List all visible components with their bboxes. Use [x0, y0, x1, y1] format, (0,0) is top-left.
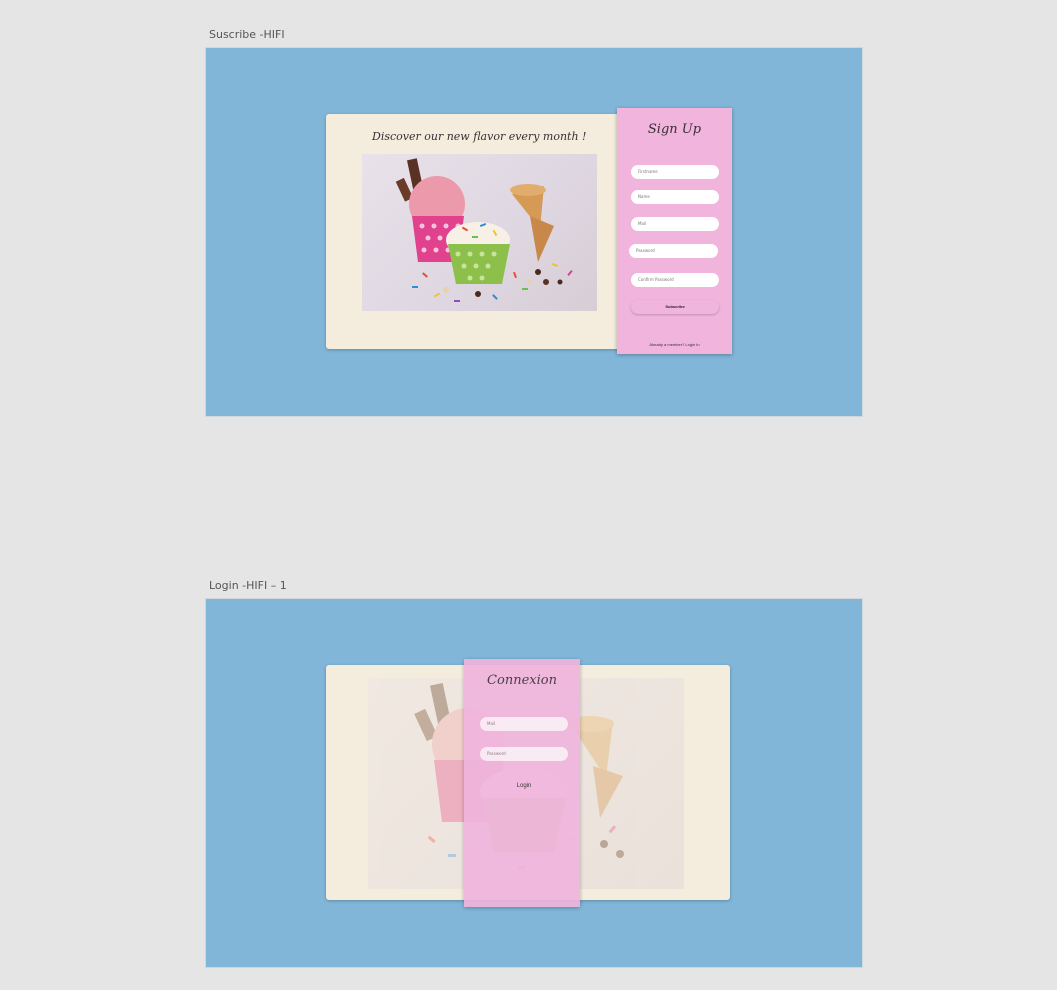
subscribe-button[interactable]: Subscribe: [631, 300, 719, 314]
artboard-label-login: Login -HIFI – 1: [209, 579, 287, 592]
login-password-field[interactable]: Password: [480, 747, 568, 761]
hero-image: [362, 154, 597, 311]
artboard-signup: Discover our new flavor every month ! Si…: [206, 48, 862, 416]
login-mail-field[interactable]: Mail: [480, 717, 568, 731]
firstname-field[interactable]: Firstname: [631, 165, 719, 179]
login-link[interactable]: Already a member? Login In: [617, 342, 732, 347]
signup-title: Sign Up: [647, 122, 702, 137]
ice-cream-illustration: [395, 158, 573, 302]
promo-card: Discover our new flavor every month !: [326, 114, 626, 349]
password-field[interactable]: Password: [629, 244, 718, 258]
artboard-label-signup: Suscribe -HIFI: [209, 28, 285, 41]
signup-panel: Sign Up Firstname Name Mail Password Con…: [617, 108, 732, 354]
mail-field[interactable]: Mail: [631, 217, 719, 231]
login-panel: Connexion Mail Password Login: [464, 659, 580, 907]
name-field[interactable]: Name: [631, 190, 719, 204]
promo-heading: Discover our new flavor every month !: [372, 130, 587, 143]
login-button[interactable]: Login: [480, 779, 568, 793]
artboard-login: Connexion Mail Password Login: [206, 599, 862, 967]
confirm-password-field[interactable]: Confirm Password: [631, 273, 719, 287]
login-title: Connexion: [487, 673, 557, 688]
